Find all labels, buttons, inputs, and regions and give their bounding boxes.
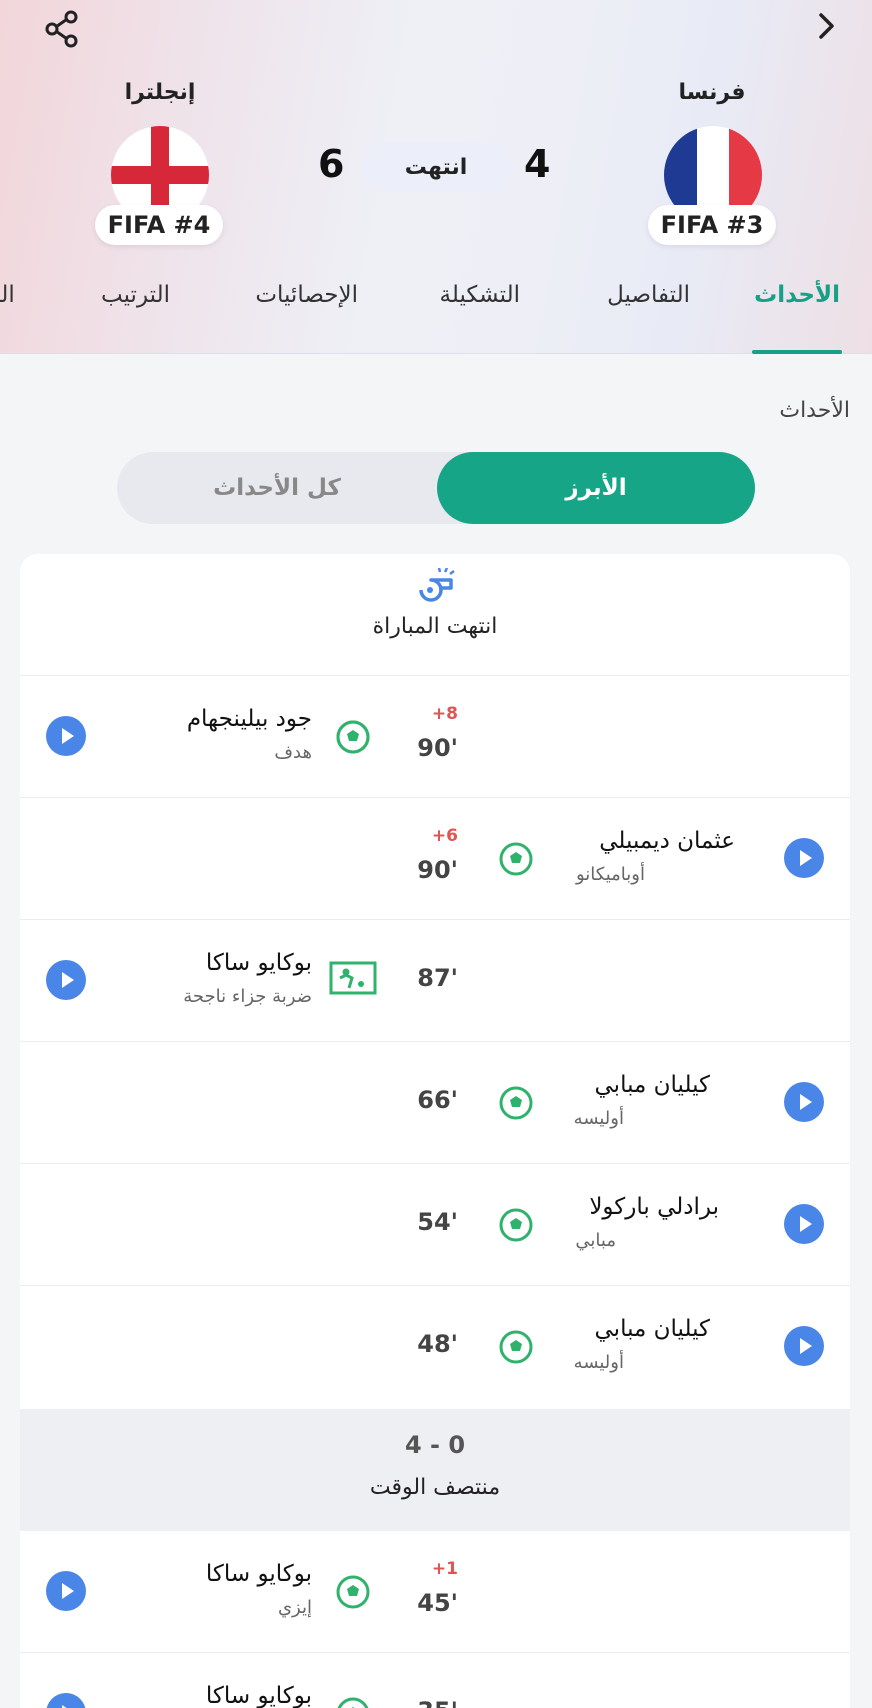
tab-lineup[interactable]: التشكيلة <box>440 282 520 308</box>
match-status: انتهت <box>361 142 511 192</box>
event-row[interactable]: 35' بوكايو ساكا <box>20 1653 850 1708</box>
back-button[interactable] <box>806 6 846 46</box>
event-player: كيليان مبابي <box>594 1316 711 1342</box>
event-detail: هدف <box>274 742 312 763</box>
match-header: فرنسا FIFA #3 إنجلترا FIFA #4 4 انتهت 6 … <box>0 0 872 354</box>
away-team-rank-badge: FIFA #4 <box>95 205 223 245</box>
home-team-score: 4 <box>524 142 551 186</box>
event-player: جود بيلينجهام <box>186 706 312 732</box>
highlights-option[interactable]: الأبرز <box>437 452 755 524</box>
event-player: بوكايو ساكا <box>205 1561 312 1587</box>
event-detail: أوليسه <box>573 1108 624 1129</box>
event-row[interactable]: +6 90' عثمان ديمبيلي أوباميكانو <box>20 798 850 920</box>
events-filter-toggle: كل الأحداث الأبرز <box>117 452 755 524</box>
event-detail: ضربة جزاء ناجحة <box>183 986 312 1007</box>
event-detail: مبابي <box>575 1230 616 1251</box>
football-icon <box>337 1697 369 1708</box>
match-end-label: انتهت المباراة <box>372 614 498 639</box>
halftime-label: منتصف الوقت <box>369 1475 501 1500</box>
chevron-right-icon <box>819 13 834 39</box>
halftime-divider: 4 - 0 منتصف الوقت <box>20 1409 850 1531</box>
play-video-button[interactable] <box>784 1082 824 1122</box>
event-detail: أوليسه <box>573 1352 624 1373</box>
event-detail: إيزي <box>277 1597 312 1618</box>
tab-standings[interactable]: الترتيب <box>101 282 170 308</box>
event-minute: 45' <box>417 1589 458 1617</box>
home-team-rank-badge: FIFA #3 <box>648 205 776 245</box>
tab-events[interactable]: الأحداث <box>754 282 840 308</box>
event-minute: 87' <box>417 964 458 992</box>
away-team-score: 6 <box>318 142 345 186</box>
tab-details[interactable]: التفاصيل <box>607 282 690 308</box>
penalty-goal-icon <box>329 961 377 995</box>
added-time: +1 <box>431 1559 458 1579</box>
halftime-score: 4 - 0 <box>404 1431 466 1459</box>
event-player: برادلي باركولا <box>589 1194 719 1220</box>
added-time: +8 <box>431 704 458 724</box>
event-player: بوكايو ساكا <box>205 950 312 976</box>
play-video-button[interactable] <box>784 838 824 878</box>
event-minute: 90' <box>417 734 458 762</box>
event-row[interactable]: +8 90' جود بيلينجهام هدف <box>20 676 850 798</box>
event-row[interactable]: 48' كيليان مبابي أوليسه <box>20 1286 850 1408</box>
event-row[interactable]: 66' كيليان مبابي أوليسه <box>20 1042 850 1164</box>
event-row[interactable]: 54' برادلي باركولا مبابي <box>20 1164 850 1286</box>
play-video-button[interactable] <box>46 716 86 756</box>
events-card: انتهت المباراة +8 90' جود بيلينجهام هدف … <box>20 554 850 1708</box>
share-icon <box>45 10 78 48</box>
play-video-button[interactable] <box>784 1204 824 1244</box>
tab-more[interactable]: الهـ <box>0 282 15 308</box>
event-player: بوكايو ساكا <box>205 1683 312 1708</box>
away-team-name[interactable]: إنجلترا <box>60 80 260 105</box>
added-time: +6 <box>431 826 458 846</box>
whistle-icon <box>419 568 455 602</box>
play-video-button[interactable] <box>46 960 86 1000</box>
event-player: عثمان ديمبيلي <box>599 828 735 854</box>
all-events-option[interactable]: كل الأحداث <box>117 452 437 524</box>
home-team-name[interactable]: فرنسا <box>612 80 812 105</box>
event-player: كيليان مبابي <box>594 1072 711 1098</box>
event-detail: أوباميكانو <box>576 864 645 885</box>
football-icon <box>336 720 370 754</box>
play-video-button[interactable] <box>784 1326 824 1366</box>
match-end-header: انتهت المباراة <box>20 554 850 676</box>
tab-stats[interactable]: الإحصائيات <box>255 282 358 308</box>
event-row[interactable]: +1 45' بوكايو ساكا إيزي <box>20 1531 850 1653</box>
share-button[interactable] <box>40 6 86 52</box>
event-row[interactable]: 87' بوكايو ساكا ضربة جزاء ناجحة <box>20 920 850 1042</box>
event-minute: 35' <box>388 1697 458 1708</box>
active-tab-indicator <box>752 350 842 354</box>
football-icon <box>336 1575 370 1609</box>
section-title: الأحداث <box>779 398 850 423</box>
play-video-button[interactable] <box>46 1571 86 1611</box>
